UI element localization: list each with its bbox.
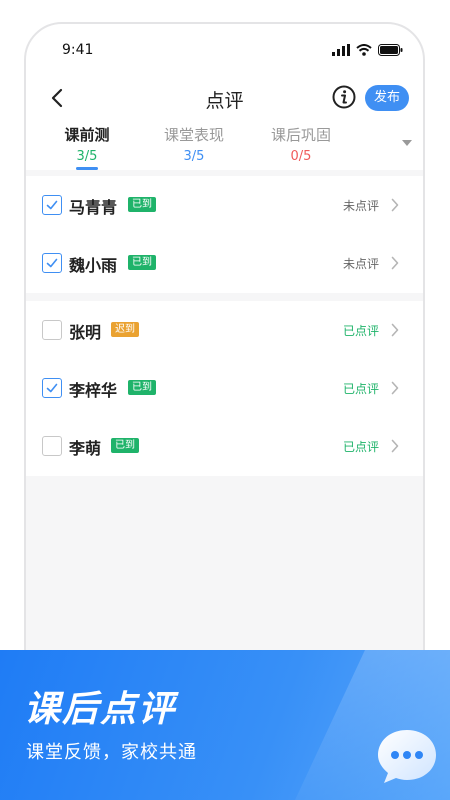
student-name: 李梓华 [69,381,118,400]
review-status: 已点评 [342,382,379,396]
checkmark-icon [46,383,58,393]
chevron-right-icon [391,198,399,212]
tab-label: 课堂表现 [163,126,224,144]
nav-bar: 点评 发布 [26,80,423,120]
student-list-area: 马青青 已到 未点评 魏小雨 已到 未点评 张明 迟到 已点评 李梓华 已到 已点评 李萌 已到已… [26,170,423,700]
banner-subtitle: 课堂反馈，家校共通 [26,742,197,763]
student-group: 马青青 已到 未点评 魏小雨 已到 未点评 [26,176,423,293]
wifi-icon [356,44,372,56]
student-name: 魏小雨 [69,256,118,275]
attendance-badge: 已到 [128,255,156,270]
status-icons [332,44,403,56]
student-row[interactable]: 魏小雨 已到 未点评 [26,234,423,292]
tab-after-class-review[interactable]: 课后巩固 0/5 [270,124,332,164]
status-time: 9:41 [62,42,94,58]
battery-icon [378,44,403,56]
select-checkbox[interactable] [42,320,62,340]
tab-count: 3/5 [76,149,98,164]
tab-dropdown-icon[interactable] [402,140,412,146]
student-group: 张明 迟到 已点评 李梓华 已到 已点评 李萌 已到 已点评 [26,301,423,476]
chevron-right-icon [391,381,399,395]
info-icon[interactable] [332,85,356,109]
page-title: 点评 [205,90,244,112]
student-name: 马青青 [69,198,118,217]
student-name: 张明 [69,323,102,342]
student-row[interactable]: 马青青 已到 未点评 [26,176,423,234]
banner-headline: 课后点评 [24,689,177,730]
chevron-right-icon [391,323,399,337]
status-bar: 9:41 [62,42,403,62]
review-status: 已点评 [342,440,379,454]
attendance-badge: 迟到 [111,322,139,337]
student-name: 李萌 [69,439,102,458]
tab-count: 0/5 [290,149,312,164]
chevron-right-icon [391,439,399,453]
signal-icon [332,44,350,56]
student-row[interactable]: 张明 迟到 已点评 [26,301,423,359]
tab-label: 课前测 [64,126,110,144]
chat-bubble-icon [378,730,436,783]
attendance-badge: 已到 [128,380,156,395]
student-row[interactable]: 李萌 已到 已点评 [26,417,423,475]
student-row[interactable]: 李梓华 已到 已点评 [26,359,423,417]
select-checkbox[interactable] [42,436,62,456]
publish-button[interactable]: 发布 [365,85,409,111]
attendance-badge: 已到 [111,438,139,453]
review-status: 已点评 [342,324,379,338]
tab-bar: 课前测 3/5 课堂表现 3/5 课后巩固 0/5 [26,124,423,172]
tab-count: 3/5 [183,149,205,164]
review-status: 未点评 [342,199,379,213]
select-checkbox[interactable] [42,195,62,215]
tab-class-performance[interactable]: 课堂表现 3/5 [163,124,225,164]
select-checkbox[interactable] [42,378,62,398]
checkmark-icon [46,258,58,268]
tab-label: 课后巩固 [270,126,331,144]
tab-pre-class-test[interactable]: 课前测 3/5 [64,124,110,170]
attendance-badge: 已到 [128,197,156,212]
phone-frame: 9:41 点评 发布 课前测 3/5 课堂表现 3/5 课后巩固 0/5 马青青… [24,22,425,702]
chevron-right-icon [391,256,399,270]
review-status: 未点评 [342,257,379,271]
checkmark-icon [46,200,58,210]
select-checkbox[interactable] [42,253,62,273]
